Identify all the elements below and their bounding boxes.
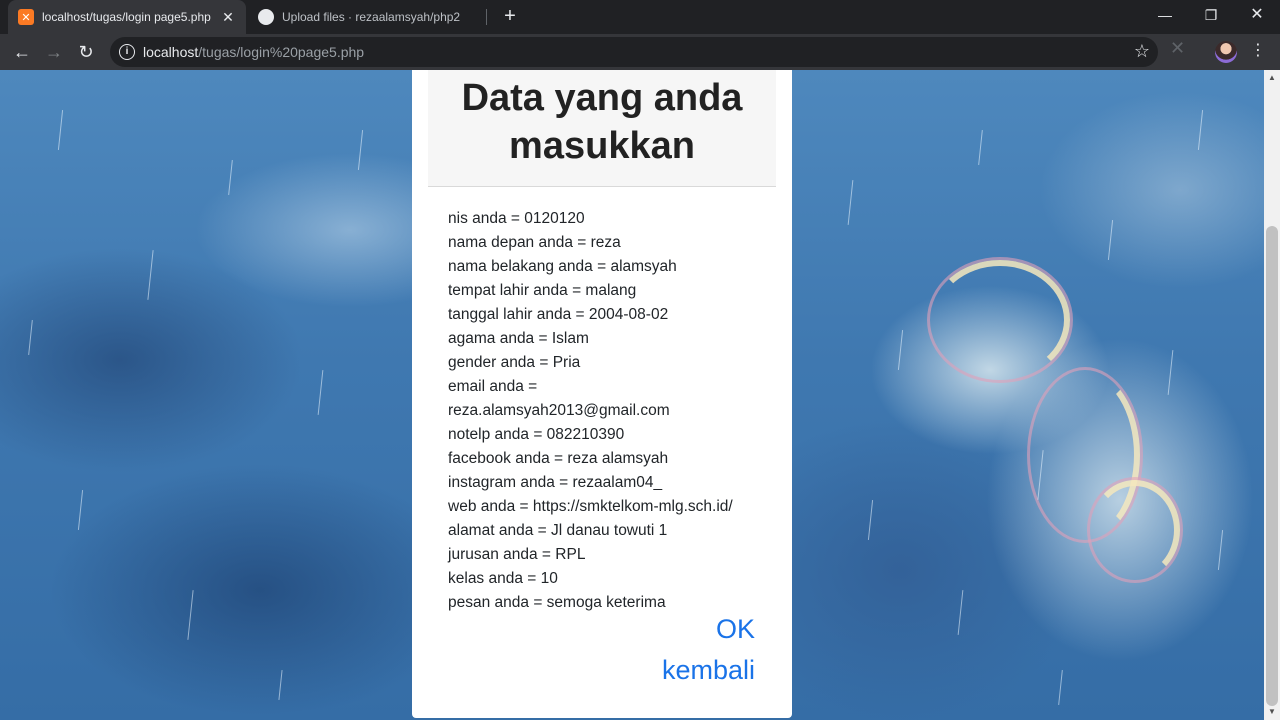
tab-title: Upload files · rezaalamsyah/php2 [282, 10, 461, 24]
rain-streak [1167, 350, 1174, 395]
minimize-button[interactable]: — [1142, 0, 1188, 30]
rain-streak [28, 320, 33, 355]
rain-streak [147, 250, 154, 300]
rain-streak [1197, 110, 1204, 150]
field-row: nis anda = 0120120 [448, 210, 585, 227]
card-header: Data yang anda masukkan [428, 70, 776, 187]
profile-avatar[interactable] [1215, 41, 1237, 63]
field-row: web anda = https://smktelkom-mlg.sch.id/ [448, 498, 733, 515]
field-row: agama anda = Islam [448, 330, 589, 347]
url-text[interactable]: localhost/tugas/login%20page5.php [143, 44, 364, 60]
scroll-down-arrow-icon[interactable]: ▼ [1264, 704, 1280, 720]
rain-streak [1058, 670, 1063, 705]
cloud-decoration [1090, 480, 1180, 580]
ok-link[interactable]: OK [716, 614, 755, 645]
rain-streak [278, 670, 283, 700]
extension-icon[interactable]: ✕ [1170, 38, 1185, 59]
new-tab-button[interactable]: + [498, 4, 522, 28]
field-row: pesan anda = semoga keterima [448, 594, 666, 611]
cloud-decoration [930, 260, 1070, 380]
rain-streak [867, 500, 874, 540]
field-list: nis anda = 0120120 nama depan anda = reza… [448, 207, 778, 615]
tab-inactive[interactable]: Upload files · rezaalamsyah/php2 [248, 0, 486, 34]
restore-button[interactable]: ❐ [1188, 0, 1234, 30]
page-background: Data yang anda masukkan nis anda = 01201… [0, 70, 1264, 720]
kembali-link[interactable]: kembali [662, 655, 755, 686]
field-row: email anda = reza.alamsyah2013@gmail.com [448, 378, 670, 419]
github-icon [258, 9, 274, 25]
xampp-icon: ✕ [18, 9, 34, 25]
field-row: tanggal lahir anda = 2004-08-02 [448, 306, 669, 323]
rain-streak [57, 110, 64, 150]
browser-toolbar: ← → ↻ i localhost/tugas/login%20page5.ph… [0, 34, 1280, 70]
tab-active[interactable]: ✕ localhost/tugas/login page5.php ✕ [8, 0, 246, 34]
forward-arrow-icon[interactable]: → [40, 38, 68, 66]
rain-streak [228, 160, 233, 195]
close-window-button[interactable]: ✕ [1234, 0, 1280, 30]
info-icon[interactable]: i [119, 44, 135, 60]
rain-streak [77, 490, 84, 530]
field-row: instagram anda = rezaalam04_ [448, 474, 663, 491]
field-row: kelas anda = 10 [448, 570, 558, 587]
rain-streak [357, 130, 364, 170]
rain-streak [317, 370, 324, 415]
field-row: notelp anda = 082210390 [448, 426, 625, 443]
tab-separator [486, 9, 487, 25]
data-card: Data yang anda masukkan nis anda = 01201… [412, 70, 792, 718]
rain-streak [897, 330, 904, 370]
browser-tab-bar: ✕ localhost/tugas/login page5.php ✕ Uplo… [0, 0, 1280, 34]
field-row: alamat anda = Jl danau towuti 1 [448, 522, 668, 539]
scroll-up-arrow-icon[interactable]: ▲ [1264, 70, 1280, 86]
reload-icon[interactable]: ↻ [72, 38, 100, 66]
vertical-scrollbar[interactable]: ▲ ▼ [1264, 70, 1280, 720]
kebab-menu-icon[interactable]: ⋮ [1250, 40, 1266, 60]
field-row: tempat lahir anda = malang [448, 282, 637, 299]
rain-streak [957, 590, 964, 635]
page-title: Data yang anda masukkan [461, 77, 743, 167]
scroll-thumb[interactable] [1266, 226, 1278, 706]
field-row: gender anda = Pria [448, 354, 581, 371]
rain-streak [978, 130, 983, 165]
rain-streak [1107, 220, 1114, 260]
address-bar[interactable]: i localhost/tugas/login%20page5.php ☆ [110, 37, 1158, 67]
field-row: jurusan anda = RPL [448, 546, 586, 563]
back-arrow-icon[interactable]: ← [8, 38, 36, 66]
rain-streak [1217, 530, 1224, 570]
field-row: nama belakang anda = alamsyah [448, 258, 677, 275]
close-tab-icon[interactable]: ✕ [220, 9, 236, 26]
field-row: nama depan anda = reza [448, 234, 621, 251]
tab-title: localhost/tugas/login page5.php [42, 10, 211, 24]
bookmark-star-icon[interactable]: ☆ [1134, 41, 1150, 62]
rain-streak [187, 590, 194, 640]
field-row: facebook anda = reza alamsyah [448, 450, 669, 467]
rain-streak [847, 180, 854, 225]
